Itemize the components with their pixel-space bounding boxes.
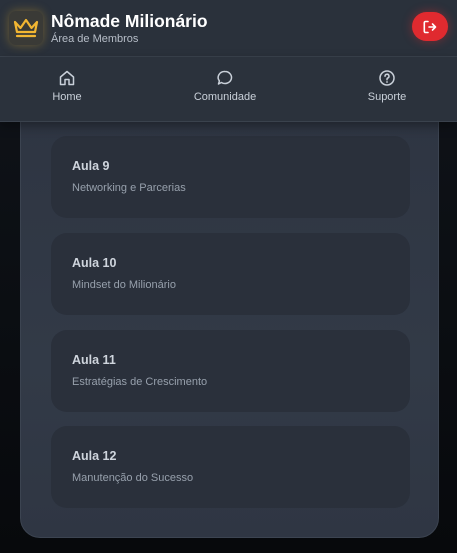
app-header: Nômade Milionário Área de Membros [0, 0, 457, 57]
logout-button[interactable] [412, 12, 448, 41]
lesson-card-11[interactable]: Aula 11 Estratégias de Crescimento [51, 330, 410, 412]
lesson-title: Aula 9 [72, 159, 110, 173]
lesson-card-10[interactable]: Aula 10 Mindset do Milionário [51, 233, 410, 315]
nav-item-label: Comunidade [193, 91, 257, 103]
lesson-subtitle: Mindset do Milionário [72, 279, 176, 291]
lesson-subtitle: Estratégias de Crescimento [72, 376, 208, 388]
lesson-subtitle: Networking e Parcerias [72, 182, 186, 194]
nav-item-home[interactable]: Home [52, 69, 82, 103]
bottom-nav: Home Comunidade Suporte [0, 57, 457, 122]
logout-icon [423, 20, 437, 33]
page: Nômade Milionário Área de Membros Home C… [0, 0, 457, 553]
chat-bubble-icon [217, 70, 233, 85]
lesson-card-12[interactable]: Aula 12 Manutenção do Sucesso [51, 426, 410, 508]
nav-item-label: Suporte [367, 91, 407, 103]
help-circle-icon [379, 70, 395, 86]
lesson-title: Aula 11 [72, 353, 116, 367]
brand: Nômade Milionário Área de Membros [51, 11, 208, 46]
home-icon [59, 70, 75, 86]
logo [9, 11, 43, 45]
lessons-panel: Aula 9 Networking e Parcerias Aula 10 Mi… [20, 100, 439, 538]
nav-item-comunidade[interactable]: Comunidade [190, 69, 260, 103]
lesson-title: Aula 10 [72, 256, 117, 270]
lesson-card-9[interactable]: Aula 9 Networking e Parcerias [51, 136, 410, 218]
lesson-subtitle: Manutenção do Sucesso [72, 472, 194, 484]
crown-icon [13, 18, 39, 38]
nav-item-suporte[interactable]: Suporte [362, 69, 412, 103]
app-subtitle: Área de Membros [51, 32, 139, 45]
lesson-title: Aula 12 [72, 449, 117, 463]
app-title: Nômade Milionário [51, 10, 208, 31]
nav-item-label: Home [52, 91, 82, 103]
